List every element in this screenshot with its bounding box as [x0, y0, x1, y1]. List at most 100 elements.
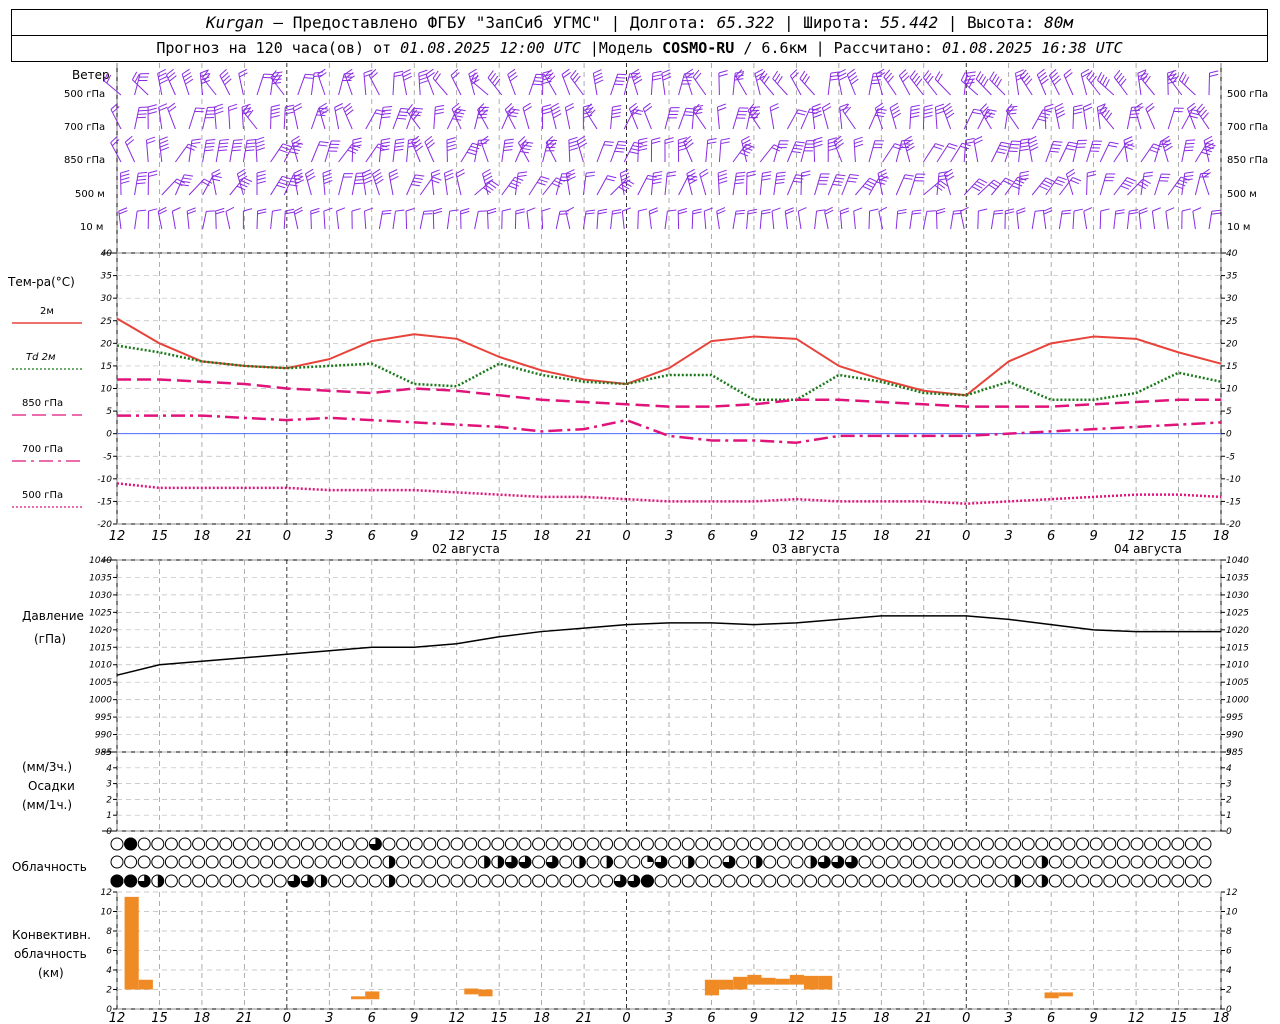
wind-barb-flag — [552, 109, 561, 115]
cloud-symbol-0-56 — [872, 837, 886, 851]
wind-barb-flag — [976, 180, 985, 187]
hour-tick-label-bottom-7: 9 — [410, 1011, 418, 1024]
cloud-circle — [151, 837, 165, 851]
cloud-circle — [1198, 837, 1212, 851]
wind-barb-flag — [1057, 176, 1067, 181]
wind-barb-flag — [120, 170, 130, 174]
wind-barb-flag — [307, 175, 316, 182]
cloud-symbol-1-64 — [980, 855, 994, 869]
wind-barb-flag — [991, 73, 998, 83]
wind-barb — [392, 70, 404, 96]
cloud-symbol-1-48 — [763, 855, 777, 869]
wind-barb-flag — [741, 135, 750, 142]
cloud-circle — [885, 837, 899, 851]
wind-barb-flag — [137, 209, 147, 212]
wind-barb-flag — [997, 148, 1007, 151]
wind-barb — [800, 108, 819, 130]
wind-barb-flag — [1019, 148, 1029, 152]
wind-barb-flag — [651, 137, 661, 141]
cloud-circle — [790, 874, 804, 888]
cloud-symbol-2-32 — [545, 874, 559, 888]
wind-barb-flag — [138, 109, 148, 112]
wind-barb — [800, 170, 811, 196]
wind-barb-flag — [323, 207, 333, 212]
cloud-circle — [885, 874, 899, 888]
ytick-label-right-pres-9: 1030 — [1226, 591, 1249, 601]
wind-barb-flag — [1028, 139, 1038, 145]
wind-barb — [878, 206, 888, 230]
cloud-symbol-1-14 — [300, 855, 314, 869]
wind-barb-flag — [966, 71, 976, 74]
cloud-symbol-1-71 — [1076, 855, 1090, 869]
wind-barb-staff — [225, 211, 231, 230]
wind-barb-flag — [139, 106, 149, 108]
wind-barb-flag — [629, 151, 639, 155]
wind-barb-flag — [389, 172, 398, 178]
wind-barb-flag — [611, 112, 621, 115]
wind-barb — [305, 168, 316, 196]
wind-barb-flag — [769, 103, 779, 108]
wind-barb-flag — [354, 179, 365, 181]
cloud-symbol-2-63 — [967, 874, 981, 888]
cloud-symbol-1-30 — [518, 855, 532, 869]
cloud-symbol-2-70 — [1062, 874, 1076, 888]
ytick-label-left-temp-1: -15 — [97, 497, 112, 507]
wind-barb — [450, 68, 462, 96]
wind-barb-flag — [305, 168, 314, 175]
cloud-fill — [1014, 875, 1021, 887]
wind-barb — [1016, 207, 1026, 230]
wind-barb — [338, 143, 361, 163]
wind-barb-flag — [638, 141, 648, 145]
wind-barb-flag — [394, 70, 404, 74]
conv-bar-4 — [464, 988, 479, 995]
wind-barb — [868, 140, 884, 163]
cloud-circle — [980, 837, 994, 851]
wind-barb-flag — [889, 102, 899, 109]
wind-barb-flag — [278, 149, 288, 154]
hour-tick-label-bottom-9: 15 — [491, 1011, 508, 1024]
cloud-symbol-0-31 — [532, 837, 546, 851]
cloud-symbol-2-47 — [749, 874, 763, 888]
cloud-circle — [1144, 874, 1158, 888]
wind-barb-flag — [415, 174, 425, 177]
wind-barb-flag — [568, 136, 578, 141]
wind-barb-flag — [1161, 135, 1170, 142]
wind-barb-flag — [1209, 70, 1219, 74]
ytick-label-right-prec-5: 5 — [1226, 748, 1232, 758]
hour-tick-label-bottom-4: 0 — [283, 1011, 291, 1024]
wind-barb — [1086, 140, 1103, 163]
cloud-symbol-0-39 — [640, 837, 654, 851]
wind-barb-flag — [159, 79, 168, 85]
wind-barb-flag — [634, 78, 643, 85]
cloud-symbol-2-17 — [341, 874, 355, 888]
wind-barb-flag — [847, 180, 857, 183]
wind-barb-flag — [1139, 210, 1148, 215]
cloud-circle — [477, 874, 491, 888]
ytick-label-left-prec-3: 3 — [106, 780, 112, 790]
wind-barb — [514, 208, 525, 230]
cloud-circle — [219, 874, 233, 888]
wind-barb-flag — [394, 145, 404, 148]
wind-barb-flag — [188, 143, 197, 148]
cloud-symbol-0-20 — [382, 837, 396, 851]
cloud-symbol-0-45 — [722, 837, 736, 851]
wind-barb-flag — [310, 207, 320, 212]
cloud-symbol-1-41 — [668, 855, 682, 869]
cloud-symbol-0-21 — [396, 837, 410, 851]
wind-barb — [310, 207, 320, 230]
wind-barb-flag — [280, 146, 290, 151]
wind-barb-flag — [1029, 146, 1039, 152]
cloud-circle — [436, 874, 450, 888]
wind-barb-flag — [215, 207, 225, 212]
hour-tick-label-top-13: 3 — [665, 529, 673, 544]
wind-barb — [103, 72, 122, 96]
hour-tick-label-bottom-11: 21 — [576, 1011, 593, 1024]
wind-barb-staff — [1099, 210, 1102, 230]
wind-barb — [202, 175, 222, 196]
wind-barb — [120, 170, 130, 196]
ytick-label-left-temp-9: 25 — [101, 317, 113, 327]
wind-barb-flag — [748, 116, 758, 119]
cloud-circle — [668, 855, 682, 869]
cloud-symbol-0-67 — [1021, 837, 1035, 851]
wind-barb-flag — [1083, 106, 1093, 112]
